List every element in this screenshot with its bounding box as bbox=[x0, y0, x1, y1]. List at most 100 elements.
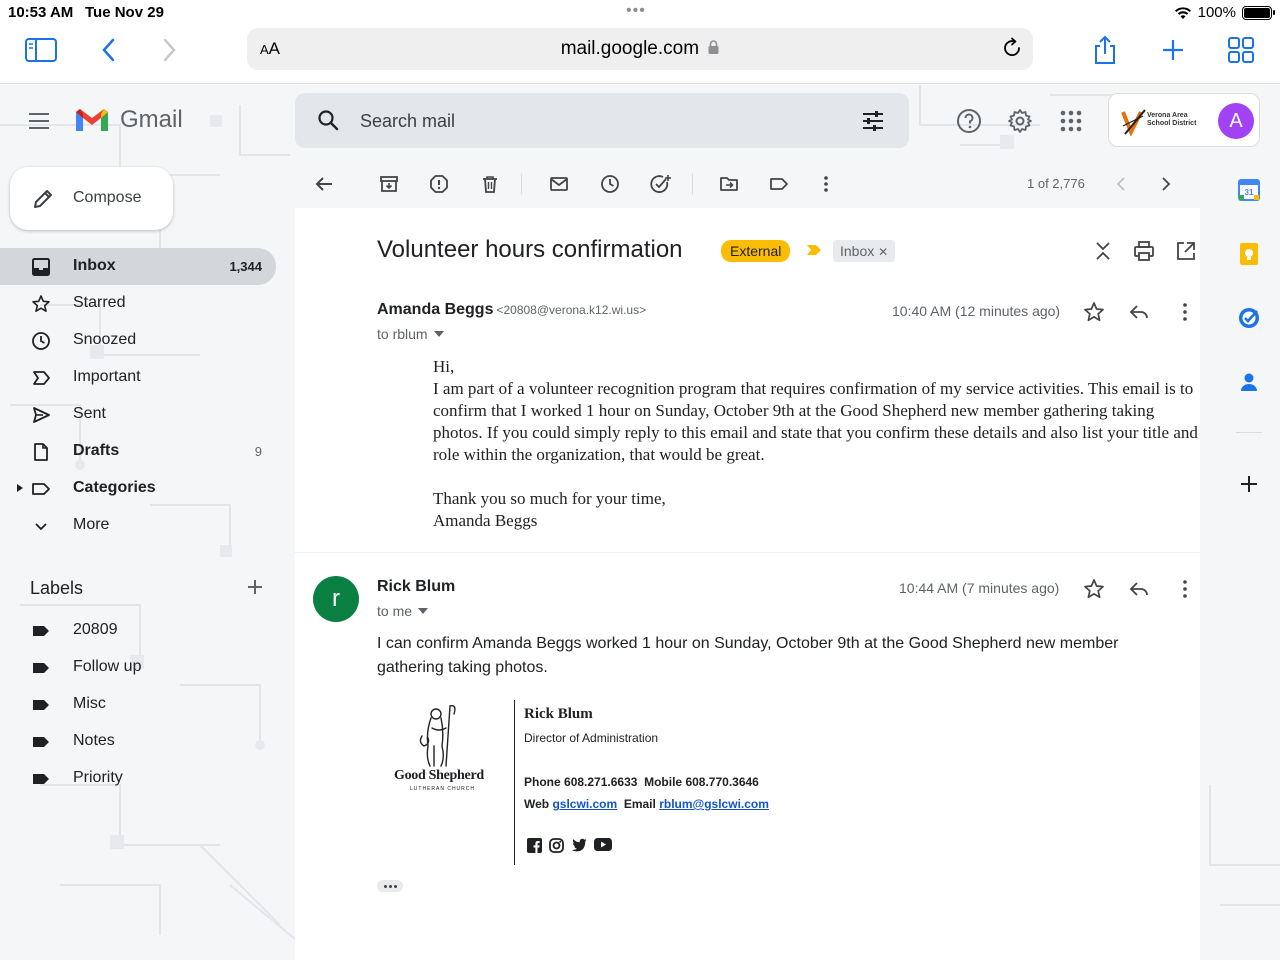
inbox-label-chip[interactable]: Inbox ✕ bbox=[833, 240, 896, 262]
label-item-follow-up[interactable]: Follow up bbox=[0, 649, 276, 686]
sidebar-nav: Inbox 1,344 Starred Snoozed Important Se… bbox=[0, 248, 276, 544]
expand-caret-icon[interactable] bbox=[16, 483, 24, 493]
share-icon[interactable] bbox=[1085, 32, 1125, 68]
pager-count: 1 of 2,776 bbox=[1027, 176, 1085, 191]
reload-icon[interactable] bbox=[1001, 37, 1023, 59]
contacts-icon[interactable] bbox=[1237, 370, 1261, 394]
search-icon[interactable] bbox=[317, 109, 339, 131]
instagram-icon[interactable] bbox=[549, 838, 564, 853]
sidebar-item-label: Inbox bbox=[73, 257, 116, 274]
support-icon[interactable] bbox=[954, 106, 984, 136]
sidebar-item-starred[interactable]: Starred bbox=[0, 285, 276, 322]
sidebar-item-important[interactable]: Important bbox=[0, 359, 276, 396]
add-addon-icon[interactable] bbox=[1237, 472, 1261, 496]
snooze-clock-icon[interactable] bbox=[598, 172, 622, 196]
recipient-details[interactable]: to me bbox=[377, 603, 429, 619]
sidebar-item-drafts[interactable]: Drafts 9 bbox=[0, 433, 276, 470]
keep-icon[interactable] bbox=[1237, 242, 1261, 266]
message-more-icon[interactable] bbox=[1173, 577, 1197, 601]
report-spam-icon[interactable] bbox=[427, 172, 451, 196]
add-label-icon[interactable] bbox=[245, 577, 265, 597]
back-icon[interactable] bbox=[88, 32, 128, 68]
sender-name[interactable]: Amanda Beggs <20808@verona.k12.wi.us> bbox=[377, 301, 646, 319]
sidebar-item-label: Important bbox=[73, 368, 141, 385]
message-divider bbox=[295, 552, 1200, 553]
print-icon[interactable] bbox=[1133, 240, 1155, 262]
youtube-icon[interactable] bbox=[594, 838, 612, 851]
recipient-details[interactable]: to rblum bbox=[377, 326, 444, 342]
settings-gear-icon[interactable] bbox=[1005, 106, 1035, 136]
delete-icon[interactable] bbox=[478, 172, 502, 196]
back-to-inbox-icon[interactable] bbox=[312, 172, 336, 196]
gmail-logo[interactable]: Gmail bbox=[74, 106, 183, 134]
search-input[interactable]: Search mail bbox=[360, 111, 455, 132]
signature-title: Director of Administration bbox=[524, 731, 659, 745]
tasks-icon[interactable] bbox=[1237, 306, 1261, 330]
label-item-priority[interactable]: Priority bbox=[0, 760, 276, 797]
toolbar-separator bbox=[521, 174, 522, 194]
sidebar-item-categories[interactable]: Categories bbox=[0, 470, 276, 507]
message-time: 10:40 AM (12 minutes ago) bbox=[892, 303, 1061, 319]
reply-icon[interactable] bbox=[1127, 577, 1151, 601]
move-to-icon[interactable] bbox=[717, 172, 741, 196]
multitasking-dots-icon[interactable]: ••• bbox=[626, 2, 646, 20]
star-icon[interactable] bbox=[1082, 300, 1106, 324]
send-icon bbox=[33, 407, 50, 423]
label-item-misc[interactable]: Misc bbox=[0, 686, 276, 723]
sidebar-item-sent[interactable]: Sent bbox=[0, 396, 276, 433]
body-line: Hi, bbox=[433, 357, 455, 376]
sender-name[interactable]: Rick Blum bbox=[377, 578, 455, 596]
newer-icon[interactable] bbox=[1109, 172, 1133, 196]
sidebar-item-snoozed[interactable]: Snoozed bbox=[0, 322, 276, 359]
sidebar-item-label: Categories bbox=[73, 479, 156, 496]
label-item-20809[interactable]: 20809 bbox=[0, 612, 276, 649]
older-icon[interactable] bbox=[1154, 172, 1178, 196]
email-link[interactable]: rblum@gslcwi.com bbox=[659, 797, 769, 811]
open-new-window-icon[interactable] bbox=[1175, 240, 1197, 262]
sender-avatar[interactable]: r bbox=[313, 576, 359, 622]
label-tag-icon bbox=[33, 700, 49, 710]
collapse-all-icon[interactable] bbox=[1092, 240, 1114, 262]
labels-icon[interactable] bbox=[767, 172, 791, 196]
mark-unread-icon[interactable] bbox=[547, 172, 571, 196]
caret-down-icon[interactable] bbox=[433, 331, 444, 337]
remove-label-icon[interactable]: ✕ bbox=[878, 245, 888, 259]
archive-icon[interactable] bbox=[377, 172, 401, 196]
main-menu-icon[interactable] bbox=[26, 110, 56, 132]
apps-grid-icon[interactable] bbox=[1056, 106, 1086, 136]
caret-down-icon[interactable] bbox=[418, 608, 429, 614]
show-trimmed-content-button[interactable] bbox=[377, 880, 403, 892]
more-options-icon[interactable] bbox=[814, 172, 838, 196]
tab-overview-icon[interactable] bbox=[1221, 32, 1261, 68]
add-to-tasks-icon[interactable] bbox=[649, 172, 673, 196]
compose-button[interactable]: Compose bbox=[10, 167, 173, 230]
label-item-notes[interactable]: Notes bbox=[0, 723, 276, 760]
sidebar-toggle-icon[interactable] bbox=[21, 32, 61, 68]
forward-icon[interactable] bbox=[150, 32, 190, 68]
search-options-icon[interactable] bbox=[861, 110, 885, 132]
message-more-icon[interactable] bbox=[1173, 300, 1197, 324]
important-marker-icon[interactable] bbox=[806, 244, 822, 256]
message-body: I can confirm Amanda Beggs worked 1 hour… bbox=[377, 635, 1119, 676]
star-icon[interactable] bbox=[1082, 577, 1106, 601]
sidebar-item-more[interactable]: More bbox=[0, 507, 276, 544]
account-avatar[interactable]: A bbox=[1218, 103, 1254, 139]
phone-label: Phone bbox=[524, 775, 561, 789]
sidebar-item-label: Drafts bbox=[73, 442, 120, 459]
twitter-icon[interactable] bbox=[571, 838, 587, 852]
message-body: Hi, I am part of a volunteer recognition… bbox=[433, 356, 1203, 532]
calendar-icon[interactable]: 31 bbox=[1237, 178, 1261, 202]
facebook-icon[interactable] bbox=[527, 838, 542, 853]
dot bbox=[393, 884, 397, 888]
website-link[interactable]: gslcwi.com bbox=[552, 797, 617, 811]
account-switcher[interactable]: Verona Area School District A bbox=[1108, 93, 1260, 147]
sender-avatar[interactable]: A bbox=[313, 300, 359, 346]
body-blank bbox=[433, 466, 1203, 488]
new-tab-icon[interactable] bbox=[1153, 32, 1193, 68]
recipient-text: to rblum bbox=[377, 326, 428, 342]
sidebar-item-inbox[interactable]: Inbox 1,344 bbox=[0, 248, 276, 285]
email-signature: Good Shepherd LUTHERAN CHURCH Rick Blum … bbox=[377, 700, 877, 870]
address-bar[interactable]: AA mail.google.com bbox=[247, 28, 1033, 70]
search-bar[interactable]: Search mail bbox=[295, 93, 909, 148]
reply-icon[interactable] bbox=[1127, 300, 1151, 324]
